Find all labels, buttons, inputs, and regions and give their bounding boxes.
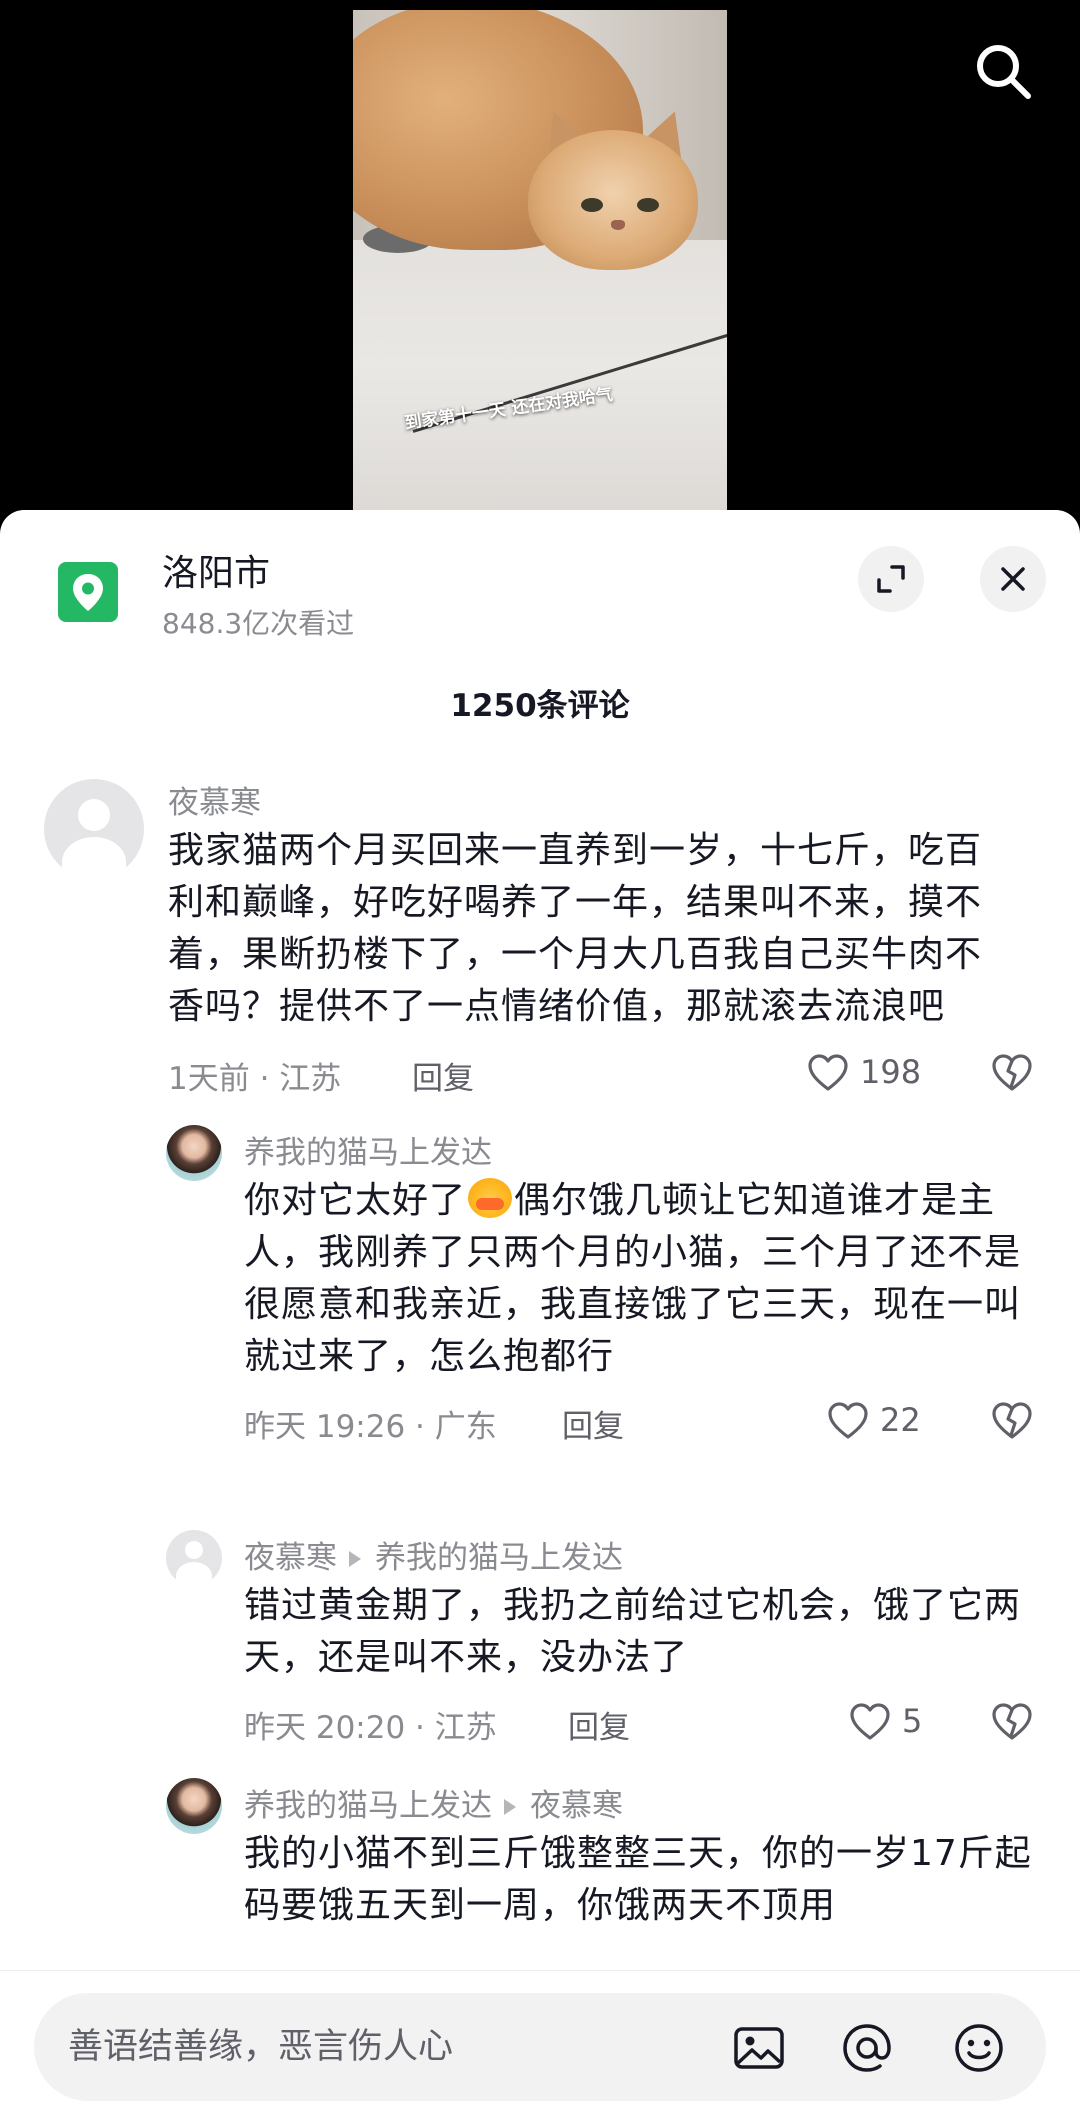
broken-heart-icon bbox=[992, 1054, 1032, 1091]
video-player[interactable]: 到家第十一天 还在对我哈气 bbox=[0, 0, 1080, 520]
like-button[interactable]: 198 bbox=[806, 1051, 936, 1095]
comment-meta: 昨天 19:26 · 广东 bbox=[244, 1409, 497, 1445]
expand-button[interactable] bbox=[858, 546, 924, 612]
comment-author-chain: 养我的猫马上发达 夜慕寒 bbox=[244, 1780, 623, 1825]
reply-button[interactable]: 回复 bbox=[412, 1053, 474, 1098]
broken-heart-icon bbox=[992, 1402, 1032, 1439]
video-thumbnail[interactable]: 到家第十一天 还在对我哈气 bbox=[353, 10, 727, 520]
comment-count: 1250条评论 bbox=[450, 688, 630, 724]
comment-author[interactable]: 养我的猫马上发达 bbox=[244, 1788, 492, 1824]
cat-head bbox=[528, 130, 698, 270]
reply-arrow-icon bbox=[504, 1798, 516, 1815]
close-button[interactable] bbox=[980, 546, 1046, 612]
comment-text-part: 你对它太好了 bbox=[244, 1180, 467, 1221]
at-icon[interactable] bbox=[838, 2019, 896, 2077]
location-pin-icon bbox=[58, 562, 118, 622]
like-button[interactable]: 22 bbox=[826, 1399, 936, 1443]
comment-text: 我的小猫不到三斤饿整整三天，你的一岁17斤起码要饿五天到一周，你饿两天不顶用 bbox=[244, 1833, 1032, 1926]
comment-panel: 洛阳市 848.3亿次看过 1250条评论 夜慕寒 我家猫两个月买回来一直养到一… bbox=[0, 510, 1080, 2121]
comment-author[interactable]: 夜慕寒 bbox=[168, 777, 261, 822]
reply-to-author[interactable]: 夜慕寒 bbox=[530, 1788, 623, 1824]
shouting-emoji-icon bbox=[468, 1178, 513, 1218]
reply-item: 养我的猫马上发达 夜慕寒 我的小猫不到三斤饿整整三天，你的一岁17斤起码要饿五天到… bbox=[0, 1778, 1080, 1978]
video-caption: 到家第十一天 还在对我哈气 bbox=[403, 384, 615, 434]
comment-author[interactable]: 养我的猫马上发达 bbox=[244, 1127, 492, 1172]
location-name[interactable]: 洛阳市 bbox=[162, 544, 270, 596]
reply-arrow-icon bbox=[349, 1550, 361, 1567]
smiley-icon[interactable] bbox=[950, 2019, 1008, 2077]
location-views: 848.3亿次看过 bbox=[162, 607, 355, 640]
reply-to-author[interactable]: 养我的猫马上发达 bbox=[375, 1540, 623, 1576]
image-icon[interactable] bbox=[730, 2019, 788, 2077]
search-icon[interactable] bbox=[970, 38, 1036, 104]
reply-item: 夜慕寒 养我的猫马上发达 错过黄金期了，我扔之前给过它机会，饿了它两天，还是叫不来… bbox=[0, 1530, 1080, 1770]
comment-text: 错过黄金期了，我扔之前给过它机会，饿了它两天，还是叫不来，没办法了 bbox=[244, 1585, 1022, 1678]
cat-nose bbox=[611, 220, 625, 230]
comment-author[interactable]: 夜慕寒 bbox=[244, 1540, 337, 1576]
like-count: 198 bbox=[860, 1053, 922, 1091]
dislike-button[interactable] bbox=[990, 1051, 1034, 1095]
comment-input[interactable] bbox=[34, 1993, 694, 2101]
heart-icon bbox=[828, 1402, 868, 1439]
avatar[interactable] bbox=[44, 779, 144, 879]
cat-eye-left bbox=[581, 198, 603, 212]
avatar[interactable] bbox=[166, 1125, 222, 1181]
reply-item: 养我的猫马上发达 你对它太好了 偶尔饿几顿让它知道谁才是主人，我刚养了只两个月的小… bbox=[0, 1125, 1080, 1465]
comment-meta: 1天前 · 江苏 bbox=[168, 1061, 342, 1097]
reply-button[interactable]: 回复 bbox=[562, 1401, 624, 1446]
like-count: 5 bbox=[902, 1702, 923, 1740]
dislike-button[interactable] bbox=[990, 1399, 1034, 1443]
cat-eye-right bbox=[637, 198, 659, 212]
avatar[interactable] bbox=[166, 1778, 222, 1834]
reply-button[interactable]: 回复 bbox=[568, 1702, 630, 1747]
avatar[interactable] bbox=[166, 1530, 222, 1586]
broken-heart-icon bbox=[992, 1703, 1032, 1740]
comment-meta: 昨天 20:20 · 江苏 bbox=[244, 1710, 497, 1746]
like-count: 22 bbox=[880, 1401, 921, 1439]
comment-author-chain: 夜慕寒 养我的猫马上发达 bbox=[244, 1532, 623, 1577]
like-button[interactable]: 5 bbox=[848, 1700, 938, 1744]
expand-icon bbox=[877, 565, 905, 593]
dislike-button[interactable] bbox=[990, 1700, 1034, 1744]
location-header[interactable]: 洛阳市 848.3亿次看过 bbox=[0, 510, 1080, 640]
comment-text: 你对它太好了 偶尔饿几顿让它知道谁才是主人，我刚养了只两个月的小猫，三个月了还不是… bbox=[244, 1175, 1034, 1383]
comment-text: 我家猫两个月买回来一直养到一岁，十七斤，吃百利和巅峰，好吃好喝养了一年，结果叫不… bbox=[168, 830, 983, 1027]
comment-item: 夜慕寒 我家猫两个月买回来一直养到一岁，十七斤，吃百利和巅峰，好吃好喝养了一年，… bbox=[0, 765, 1080, 1105]
comment-input-bar bbox=[0, 1970, 1080, 2121]
heart-icon bbox=[808, 1054, 848, 1091]
close-icon bbox=[1001, 567, 1025, 591]
heart-icon bbox=[850, 1703, 890, 1740]
